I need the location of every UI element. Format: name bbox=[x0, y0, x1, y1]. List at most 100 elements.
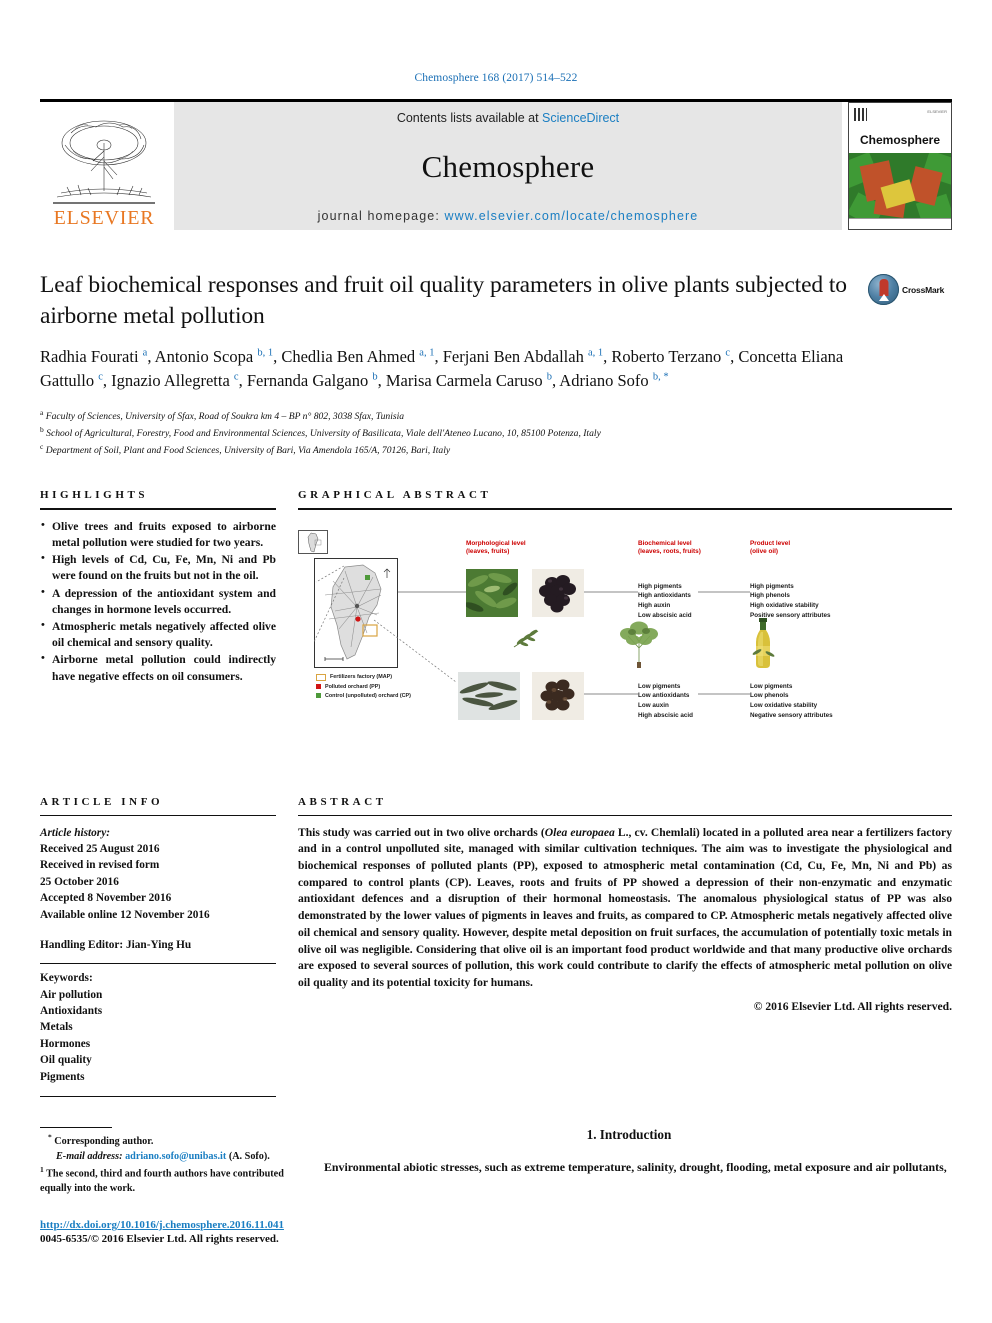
ga-list-line: High phenols bbox=[750, 592, 790, 600]
sciencedirect-link[interactable]: ScienceDirect bbox=[542, 111, 619, 125]
legend-swatch-green-icon bbox=[316, 693, 321, 699]
contents-available-line: Contents lists available at ScienceDirec… bbox=[397, 111, 619, 125]
article-info-heading: ARTICLE INFO bbox=[40, 795, 164, 808]
legend-label: Control (unpolluted) orchard (CP) bbox=[325, 692, 411, 699]
ga-biochemical-top-list: High pigments High antioxidants High aux… bbox=[638, 582, 692, 621]
email-suffix: (A. Sofo). bbox=[228, 1151, 270, 1163]
article-history-item: Available online 12 November 2016 bbox=[40, 908, 210, 921]
ga-list-line: High antioxidants bbox=[638, 592, 691, 600]
ga-col-title-line2: (leaves, roots, fruits) bbox=[638, 548, 701, 556]
affiliation-marker-c: c bbox=[40, 442, 44, 452]
journal-homepage-link[interactable]: www.elsevier.com/locate/chemosphere bbox=[444, 209, 698, 223]
highlights-list: Olive trees and fruits exposed to airbor… bbox=[40, 518, 276, 685]
affiliation-text-a: Faculty of Sciences, University of Sfax,… bbox=[45, 410, 405, 422]
affiliation-a: a Faculty of Sciences, University of Sfa… bbox=[40, 407, 854, 424]
list-item: A depression of the antioxidant system a… bbox=[40, 585, 276, 618]
qr-code-icon bbox=[854, 108, 867, 121]
ga-col-title-line2: (leaves, fruits) bbox=[466, 548, 510, 556]
footnote-marker-1: 1 bbox=[40, 1164, 44, 1174]
affiliation-text-c: Department of Soil, Plant and Food Scien… bbox=[45, 445, 451, 457]
cover-footer bbox=[849, 218, 951, 229]
abstract-part-2: L., cv. Chemlali) located in a polluted … bbox=[298, 825, 953, 989]
ga-col-title-line1: Product level bbox=[750, 539, 791, 547]
footnote-corresponding-text: Corresponding author. bbox=[54, 1136, 154, 1148]
article-history-block: Article history: Received 25 August 2016… bbox=[40, 825, 276, 954]
journal-homepage-line: journal homepage: www.elsevier.com/locat… bbox=[318, 209, 699, 223]
homepage-prefix: journal homepage: bbox=[317, 209, 445, 223]
affiliation-marker-b: b bbox=[40, 424, 44, 434]
ga-list-line: High pigments bbox=[638, 582, 682, 590]
list-item: Atmospheric metals negatively affected o… bbox=[40, 618, 276, 651]
olive-tree-illustration bbox=[616, 618, 662, 668]
olive-sprig-illustration bbox=[512, 627, 542, 651]
elsevier-tree-icon bbox=[53, 120, 155, 204]
olive-oil-bottle-illustration bbox=[750, 617, 776, 670]
issn-copyright-line: 0045-6535/© 2016 Elsevier Ltd. All right… bbox=[40, 1232, 279, 1245]
ga-list-line: Low oxidative stability bbox=[750, 702, 818, 710]
ga-col-title-line2: (olive oil) bbox=[750, 548, 779, 556]
abstract-heading: ABSTRACT bbox=[298, 795, 387, 808]
abstract-column: ABSTRACT This study was carried out in t… bbox=[298, 796, 952, 1097]
author-email-link[interactable]: adriano.sofo@unibas.it bbox=[125, 1151, 226, 1162]
keyword-item: Oil quality bbox=[40, 1054, 92, 1067]
elsevier-logo: ELSEVIER bbox=[40, 102, 168, 230]
footnotes-column: * Corresponding author. E-mail address: … bbox=[40, 1126, 284, 1245]
keywords-bottom-rule bbox=[40, 1095, 276, 1097]
crossmark-badge-wrap[interactable]: CrossMark bbox=[868, 274, 952, 305]
highlights-heading: HIGHLIGHTS bbox=[40, 488, 149, 501]
list-item: Airborne metal pollution could indirectl… bbox=[40, 651, 276, 684]
ga-list-line: High abscisic acid bbox=[638, 711, 693, 719]
photo-olive-leaves-healthy bbox=[466, 568, 518, 617]
abstract-copyright: © 2016 Elsevier Ltd. All rights reserved… bbox=[753, 999, 952, 1013]
article-history-item: Received in revised form bbox=[40, 859, 160, 872]
photo-olive-fruits-healthy bbox=[532, 568, 584, 617]
cover-publisher-mark: ELSEVIER bbox=[927, 109, 947, 114]
legend-swatch-red-icon bbox=[316, 684, 321, 690]
journal-title: Chemosphere bbox=[421, 149, 595, 184]
page-title: Leaf biochemical responses and fruit oil… bbox=[40, 272, 847, 329]
article-history-item: Received 25 August 2016 bbox=[40, 843, 160, 856]
keywords-block: Keywords: Air pollution Antioxidants Met… bbox=[40, 970, 276, 1085]
ga-list-line: Low antioxidants bbox=[638, 692, 690, 700]
keyword-item: Air pollution bbox=[40, 988, 103, 1001]
footnote-corresponding-author: * Corresponding author. bbox=[40, 1133, 284, 1150]
affiliation-b: b School of Agricultural, Forestry, Food… bbox=[40, 424, 854, 441]
affiliation-c: c Department of Soil, Plant and Food Sci… bbox=[40, 441, 854, 458]
keyword-item: Metals bbox=[40, 1021, 73, 1034]
ga-list-line: Positive sensory attributes bbox=[750, 611, 831, 619]
ga-list-line: Low pigments bbox=[750, 682, 793, 690]
articleinfo-and-abstract: ARTICLE INFO Article history: Received 2… bbox=[40, 796, 952, 1097]
list-item: High levels of Cd, Cu, Fe, Mn, Ni and Pb… bbox=[40, 551, 276, 584]
abstract-part-1: This study was carried out in two olive … bbox=[298, 825, 545, 839]
crossmark-label: CrossMark bbox=[902, 284, 945, 295]
article-history-item: Accepted 8 November 2016 bbox=[40, 892, 172, 905]
contents-prefix: Contents lists available at bbox=[396, 111, 543, 125]
ga-list-line: High pigments bbox=[750, 582, 794, 590]
publication-footer: http://dx.doi.org/10.1016/j.chemosphere.… bbox=[40, 1219, 284, 1245]
graphical-abstract-heading: GRAPHICAL ABSTRACT bbox=[298, 488, 492, 501]
ga-product-bottom-list: Low pigments Low phenols Low oxidative s… bbox=[750, 682, 833, 721]
highlights-and-graphical-abstract: HIGHLIGHTS Olive trees and fruits expose… bbox=[40, 489, 952, 772]
paper-page: Chemosphere 168 (2017) 514–522 ELSEVIER … bbox=[0, 0, 992, 1323]
map-svg bbox=[324, 564, 391, 661]
ga-column-title-morphological: Morphological level (leaves, fruits) bbox=[466, 540, 526, 557]
doi-link[interactable]: http://dx.doi.org/10.1016/j.chemosphere.… bbox=[40, 1219, 284, 1231]
cover-top: ELSEVIER Chemosphere bbox=[849, 103, 951, 154]
footnote-email-line: E-mail address: adriano.sofo@unibas.it (… bbox=[40, 1150, 284, 1165]
photo-olive-fruits-polluted bbox=[532, 671, 584, 720]
author-list: Radhia Fourati a, Antonio Scopa b, 1, Ch… bbox=[40, 347, 844, 391]
keywords-top-rule bbox=[40, 963, 276, 965]
article-info-rule bbox=[40, 814, 276, 816]
map-inset-tunisia bbox=[298, 529, 328, 554]
highlights-rule bbox=[40, 507, 276, 510]
legend-item-polluted-orchard: Polluted orchard (PP) bbox=[316, 684, 411, 690]
footnote-rule bbox=[40, 1126, 112, 1128]
graphical-abstract-column: GRAPHICAL ABSTRACT Fertilizers factory (… bbox=[298, 489, 952, 772]
crossmark-icon[interactable] bbox=[868, 274, 899, 305]
article-history-item: 25 October 2016 bbox=[40, 875, 119, 888]
introduction-column: 1. Introduction Environmental abiotic st… bbox=[306, 1127, 952, 1245]
ga-list-line: Low phenols bbox=[750, 692, 789, 700]
legend-label: Fertilizers factory (MAP) bbox=[330, 674, 393, 681]
journal-band: Contents lists available at ScienceDirec… bbox=[174, 102, 842, 230]
